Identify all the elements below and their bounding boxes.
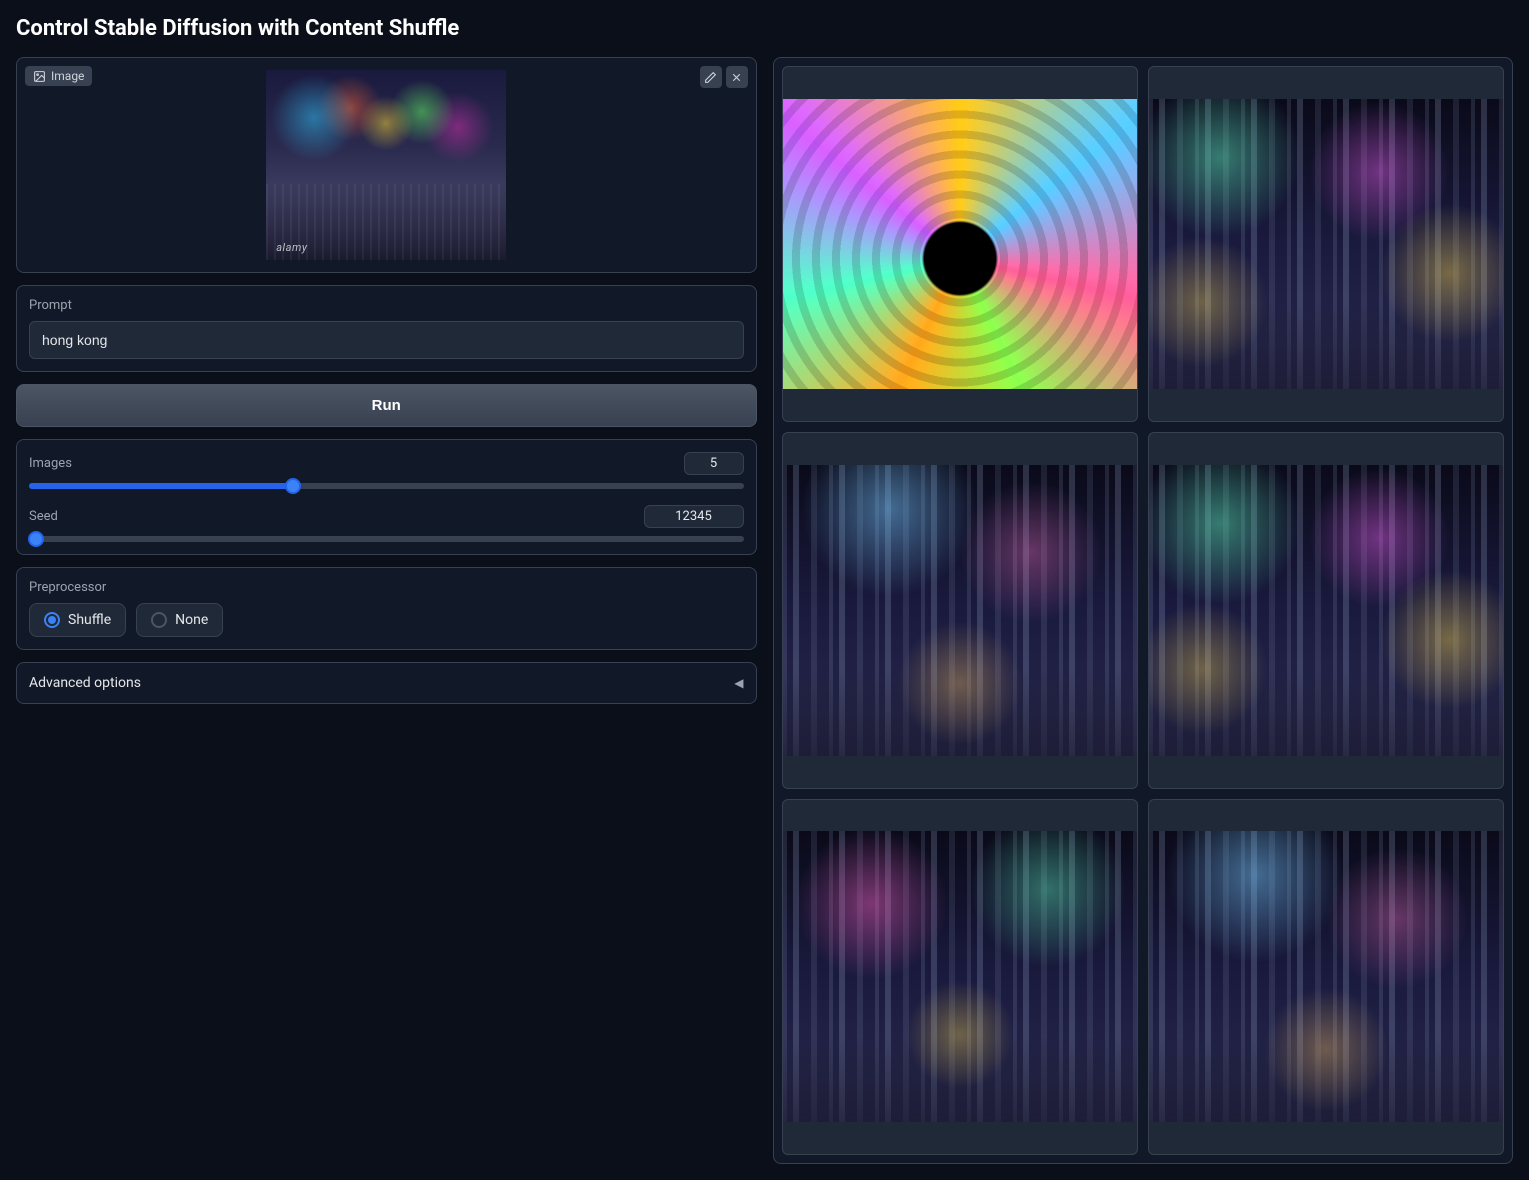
preprocessor-option-shuffle[interactable]: Shuffle bbox=[29, 603, 126, 637]
advanced-options-accordion[interactable]: Advanced options ◀ bbox=[16, 662, 757, 704]
images-slider[interactable] bbox=[29, 483, 744, 489]
seed-slider-row: Seed 12345 bbox=[29, 505, 744, 542]
gallery-item[interactable] bbox=[782, 432, 1138, 788]
gallery-item[interactable] bbox=[1148, 799, 1504, 1155]
gallery-item[interactable] bbox=[782, 799, 1138, 1155]
pencil-icon bbox=[704, 71, 717, 84]
gallery-item[interactable] bbox=[1148, 66, 1504, 422]
image-watermark: alamy bbox=[276, 241, 307, 254]
run-button[interactable]: Run bbox=[16, 384, 757, 427]
radio-label: Shuffle bbox=[68, 612, 111, 628]
gallery-image bbox=[783, 831, 1137, 1121]
radio-icon bbox=[151, 612, 167, 628]
advanced-options-label: Advanced options bbox=[29, 675, 141, 691]
input-image-preview[interactable]: alamy bbox=[266, 70, 506, 260]
prompt-panel: Prompt bbox=[16, 285, 757, 372]
radio-label: None bbox=[175, 612, 208, 628]
gallery-item[interactable] bbox=[782, 66, 1138, 422]
gallery-image bbox=[783, 99, 1137, 389]
image-badge-label: Image bbox=[51, 69, 84, 83]
gallery-item[interactable] bbox=[1148, 432, 1504, 788]
gallery-image bbox=[783, 465, 1137, 755]
seed-label: Seed bbox=[29, 509, 58, 524]
preprocessor-option-none[interactable]: None bbox=[136, 603, 223, 637]
images-label: Images bbox=[29, 456, 72, 471]
gallery-image bbox=[1149, 831, 1503, 1121]
preprocessor-radio-group: Shuffle None bbox=[29, 603, 744, 637]
images-slider-thumb[interactable] bbox=[285, 478, 301, 494]
gallery-image bbox=[1149, 465, 1503, 755]
page-title: Control Stable Diffusion with Content Sh… bbox=[16, 16, 1513, 41]
edit-image-button[interactable] bbox=[700, 66, 722, 88]
images-value[interactable]: 5 bbox=[684, 452, 744, 475]
seed-value[interactable]: 12345 bbox=[644, 505, 744, 528]
images-slider-row: Images 5 bbox=[29, 452, 744, 489]
clear-image-button[interactable] bbox=[726, 66, 748, 88]
close-icon bbox=[730, 71, 743, 84]
image-icon bbox=[33, 70, 46, 83]
controls-column: Image alamy Prompt Run I bbox=[16, 57, 757, 1164]
gallery-image bbox=[1149, 99, 1503, 389]
preprocessor-label: Preprocessor bbox=[29, 580, 744, 595]
seed-slider[interactable] bbox=[29, 536, 744, 542]
preprocessor-panel: Preprocessor Shuffle None bbox=[16, 567, 757, 650]
caret-left-icon: ◀ bbox=[734, 676, 743, 690]
image-input-panel[interactable]: Image alamy bbox=[16, 57, 757, 273]
seed-slider-thumb[interactable] bbox=[28, 531, 44, 547]
prompt-label: Prompt bbox=[29, 298, 744, 313]
output-gallery bbox=[773, 57, 1514, 1164]
sliders-panel: Images 5 Seed 12345 bbox=[16, 439, 757, 555]
image-badge: Image bbox=[25, 66, 92, 86]
prompt-input[interactable] bbox=[29, 321, 744, 359]
radio-icon bbox=[44, 612, 60, 628]
